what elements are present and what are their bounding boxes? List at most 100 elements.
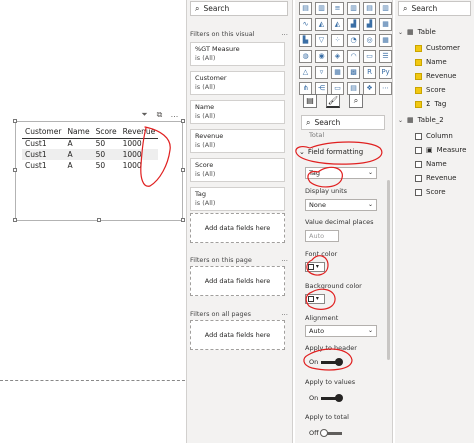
100-stacked-bar-icon[interactable]: ▤ bbox=[363, 2, 376, 15]
fields-search-input[interactable]: ⌕ Search bbox=[398, 1, 471, 16]
table-visual[interactable]: Customer Name Score Revenue Cust1 A 50 1… bbox=[15, 121, 183, 221]
analytics-magnifier-icon[interactable]: ⌕ bbox=[349, 94, 363, 108]
checkbox[interactable] bbox=[415, 174, 422, 182]
resize-handle[interactable] bbox=[181, 168, 185, 172]
checkbox[interactable] bbox=[415, 58, 422, 66]
apply-to-header-toggle[interactable]: On bbox=[309, 357, 344, 366]
resize-handle[interactable] bbox=[181, 218, 185, 222]
field-item[interactable]: Customer bbox=[415, 44, 460, 52]
card-icon[interactable]: ▭ bbox=[363, 50, 376, 63]
field-select-dropdown[interactable]: Tag ⌄ bbox=[305, 167, 377, 179]
filter-card[interactable]: Name is (All) bbox=[190, 100, 285, 124]
filter-card[interactable]: Score is (All) bbox=[190, 158, 285, 182]
r-visual-icon[interactable]: R bbox=[363, 66, 376, 79]
pie-chart-icon[interactable]: ◔ bbox=[347, 34, 360, 47]
add-data-fields-drop-zone[interactable]: Add data fields here bbox=[190, 213, 285, 243]
checkbox[interactable] bbox=[415, 44, 422, 52]
chevron-down-icon: ▾ bbox=[315, 263, 319, 270]
waterfall-icon[interactable]: ▙ bbox=[299, 34, 312, 47]
more-options-icon[interactable]: ... bbox=[281, 309, 288, 317]
font-color-picker[interactable]: ▾ bbox=[305, 262, 325, 272]
column-header-name[interactable]: Name bbox=[64, 126, 93, 139]
resize-handle[interactable] bbox=[97, 218, 101, 222]
filter-card[interactable]: %GT Measure is (All) bbox=[190, 42, 285, 66]
fields-tab-icon[interactable]: ▤ bbox=[303, 94, 317, 108]
filter-card[interactable]: Tag is (All) bbox=[190, 187, 285, 211]
gauge-icon[interactable]: ◠ bbox=[347, 50, 360, 63]
apply-to-values-toggle[interactable]: On bbox=[309, 393, 344, 402]
more-options-icon[interactable]: ... bbox=[170, 111, 179, 119]
clustered-column-chart-icon[interactable]: ▥ bbox=[347, 2, 360, 15]
checkbox[interactable] bbox=[415, 86, 422, 94]
field-item[interactable]: Score bbox=[415, 86, 446, 94]
treemap-icon[interactable]: ▦ bbox=[379, 34, 392, 47]
filter-card[interactable]: Revenue is (All) bbox=[190, 129, 285, 153]
powerapps-icon[interactable]: ❖ bbox=[363, 82, 376, 95]
alignment-dropdown[interactable]: Auto ⌄ bbox=[305, 325, 377, 337]
table-node[interactable]: ⌄ ▦ Table bbox=[398, 28, 436, 36]
column-header-customer[interactable]: Customer bbox=[22, 126, 65, 139]
funnel-icon[interactable]: ▽ bbox=[315, 34, 328, 47]
shape-map-icon[interactable]: ◈ bbox=[331, 50, 344, 63]
field-item[interactable]: Name bbox=[415, 58, 447, 66]
donut-chart-icon[interactable]: ◎ bbox=[363, 34, 376, 47]
resize-handle[interactable] bbox=[13, 168, 17, 172]
checkbox[interactable] bbox=[415, 132, 422, 140]
python-visual-icon[interactable]: Py bbox=[379, 66, 392, 79]
checkbox[interactable] bbox=[415, 188, 422, 196]
area-chart-icon[interactable]: ◭ bbox=[315, 18, 328, 31]
field-item[interactable]: Σ Tag bbox=[415, 100, 446, 108]
field-item[interactable]: Name bbox=[415, 160, 447, 168]
table-node[interactable]: ⌄ ▦ Table_2 bbox=[398, 116, 444, 124]
kpi-icon[interactable]: △ bbox=[299, 66, 312, 79]
field-formatting-section-header[interactable]: ⌄ Field formatting bbox=[299, 148, 363, 156]
filters-search-input[interactable]: ⌕ Search bbox=[190, 1, 288, 16]
ribbon-chart-icon[interactable]: ▦ bbox=[379, 18, 392, 31]
focus-mode-icon[interactable]: ⧉ bbox=[155, 111, 164, 119]
field-item[interactable]: Revenue bbox=[415, 72, 457, 80]
slicer-icon[interactable]: ▿ bbox=[315, 66, 328, 79]
add-data-fields-drop-zone[interactable]: Add data fields here bbox=[190, 266, 285, 296]
resize-handle[interactable] bbox=[13, 218, 17, 222]
more-options-icon[interactable]: ... bbox=[281, 255, 288, 263]
clustered-bar-chart-icon[interactable]: ≡ bbox=[331, 2, 344, 15]
resize-handle[interactable] bbox=[181, 119, 185, 123]
stacked-bar-chart-icon[interactable]: ▤ bbox=[299, 2, 312, 15]
line-stacked-column-icon[interactable]: ▟ bbox=[363, 18, 376, 31]
background-color-picker[interactable]: ▾ bbox=[305, 294, 325, 304]
field-item[interactable]: Column bbox=[415, 132, 453, 140]
map-icon[interactable]: ◍ bbox=[299, 50, 312, 63]
field-item[interactable]: ▣ Measure bbox=[415, 146, 466, 154]
filter-icon[interactable]: ⏷ bbox=[140, 111, 149, 119]
apply-to-total-toggle[interactable]: Off bbox=[309, 428, 342, 437]
checkbox[interactable] bbox=[415, 160, 422, 168]
multi-row-card-icon[interactable]: ☰ bbox=[379, 50, 392, 63]
field-item[interactable]: Revenue bbox=[415, 174, 457, 182]
checkbox[interactable] bbox=[415, 100, 422, 108]
stacked-column-chart-icon[interactable]: ▥ bbox=[315, 2, 328, 15]
report-canvas[interactable]: ⏷ ⧉ ... Customer Name Score Revenue Cust… bbox=[0, 0, 185, 443]
more-visuals-icon[interactable]: ⋯ bbox=[379, 82, 392, 95]
checkbox[interactable] bbox=[415, 72, 422, 80]
line-chart-icon[interactable]: ∿ bbox=[299, 18, 312, 31]
format-pane-scrollbar[interactable] bbox=[387, 180, 390, 360]
field-item[interactable]: Score bbox=[415, 188, 446, 196]
matrix-icon[interactable]: ▩ bbox=[347, 66, 360, 79]
filter-card[interactable]: Customer is (All) bbox=[190, 71, 285, 95]
100-stacked-column-icon[interactable]: ▥ bbox=[379, 2, 392, 15]
table-icon[interactable]: ▦ bbox=[331, 66, 344, 79]
column-header-revenue[interactable]: Revenue bbox=[119, 126, 159, 139]
more-options-icon[interactable]: ... bbox=[281, 29, 288, 37]
decimal-places-input[interactable]: Auto bbox=[305, 230, 339, 242]
filled-map-icon[interactable]: ◉ bbox=[315, 50, 328, 63]
display-units-dropdown[interactable]: None ⌄ bbox=[305, 199, 377, 211]
stacked-area-icon[interactable]: ◭ bbox=[331, 18, 344, 31]
line-column-icon[interactable]: ▟ bbox=[347, 18, 360, 31]
scatter-icon[interactable]: ⁘ bbox=[331, 34, 344, 47]
format-search-input[interactable]: ⌕ Search bbox=[301, 115, 385, 130]
format-paint-roller-icon[interactable]: 🖌 bbox=[326, 94, 340, 108]
column-header-score[interactable]: Score bbox=[92, 126, 120, 139]
add-data-fields-drop-zone[interactable]: Add data fields here bbox=[190, 320, 285, 350]
resize-handle[interactable] bbox=[13, 119, 17, 123]
checkbox[interactable] bbox=[415, 146, 422, 154]
